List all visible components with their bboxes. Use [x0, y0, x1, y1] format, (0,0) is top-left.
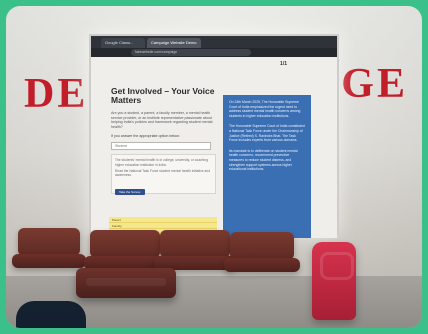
left-column: Get Involved – Your Voice Matters Are yo… — [111, 86, 216, 195]
info-line-1: The students’ mental health is in colleg… — [115, 158, 208, 167]
info-paragraph-3: Its mandate is to deliberate on student … — [229, 148, 298, 172]
sofa-seat-4 — [224, 258, 300, 272]
browser-tab-strip: Google Classr... Campaign Website Demo — [91, 36, 337, 48]
info-line-2: Read the National Task Force student men… — [115, 168, 211, 178]
sofa-back-4 — [230, 232, 294, 260]
info-paragraph-1: On 24th March 2025, The Honorable Suprem… — [229, 100, 301, 118]
foreground-dark-object — [16, 301, 86, 328]
browser-tab-1[interactable]: Google Classr... — [101, 38, 145, 48]
page-description: Are you a student, a parent, a faculty m… — [111, 110, 213, 130]
browser-address-bar: fakewebsite.com/campaign — [91, 48, 337, 57]
sofa-back-1 — [18, 228, 80, 256]
page-prompt: If you answer the appropriate option bel… — [111, 134, 180, 139]
take-survey-button[interactable]: Take the Survey — [115, 188, 145, 195]
sofa-back-2 — [90, 230, 160, 258]
photo-frame: DE EGE Google Classr... Campaign Website… — [6, 6, 422, 328]
page-title: Get Involved – Your Voice Matters — [111, 86, 215, 106]
sofa-back-3 — [160, 230, 230, 258]
address-input[interactable]: fakewebsite.com/campaign — [131, 49, 251, 56]
projection-screen: Google Classr... Campaign Website Demo f… — [89, 34, 339, 247]
page-pager: 1/1 — [280, 61, 287, 67]
red-chair — [312, 242, 356, 320]
sofa-seat-1 — [12, 254, 86, 268]
browser-tab-2[interactable]: Campaign Website Demo — [147, 38, 201, 48]
banner-left-text: DE — [24, 71, 89, 117]
coffee-table — [76, 268, 176, 298]
info-paragraph-2: The Honorable Supreme Court of India con… — [229, 124, 305, 143]
option-student[interactable]: Student — [111, 142, 211, 151]
info-panel-blue: On 24th March 2025, The Honorable Suprem… — [223, 95, 311, 238]
info-box: The students’ mental health is in colleg… — [111, 154, 216, 195]
web-page: 1/1 Get Involved – Your Voice Matters Ar… — [91, 57, 337, 247]
